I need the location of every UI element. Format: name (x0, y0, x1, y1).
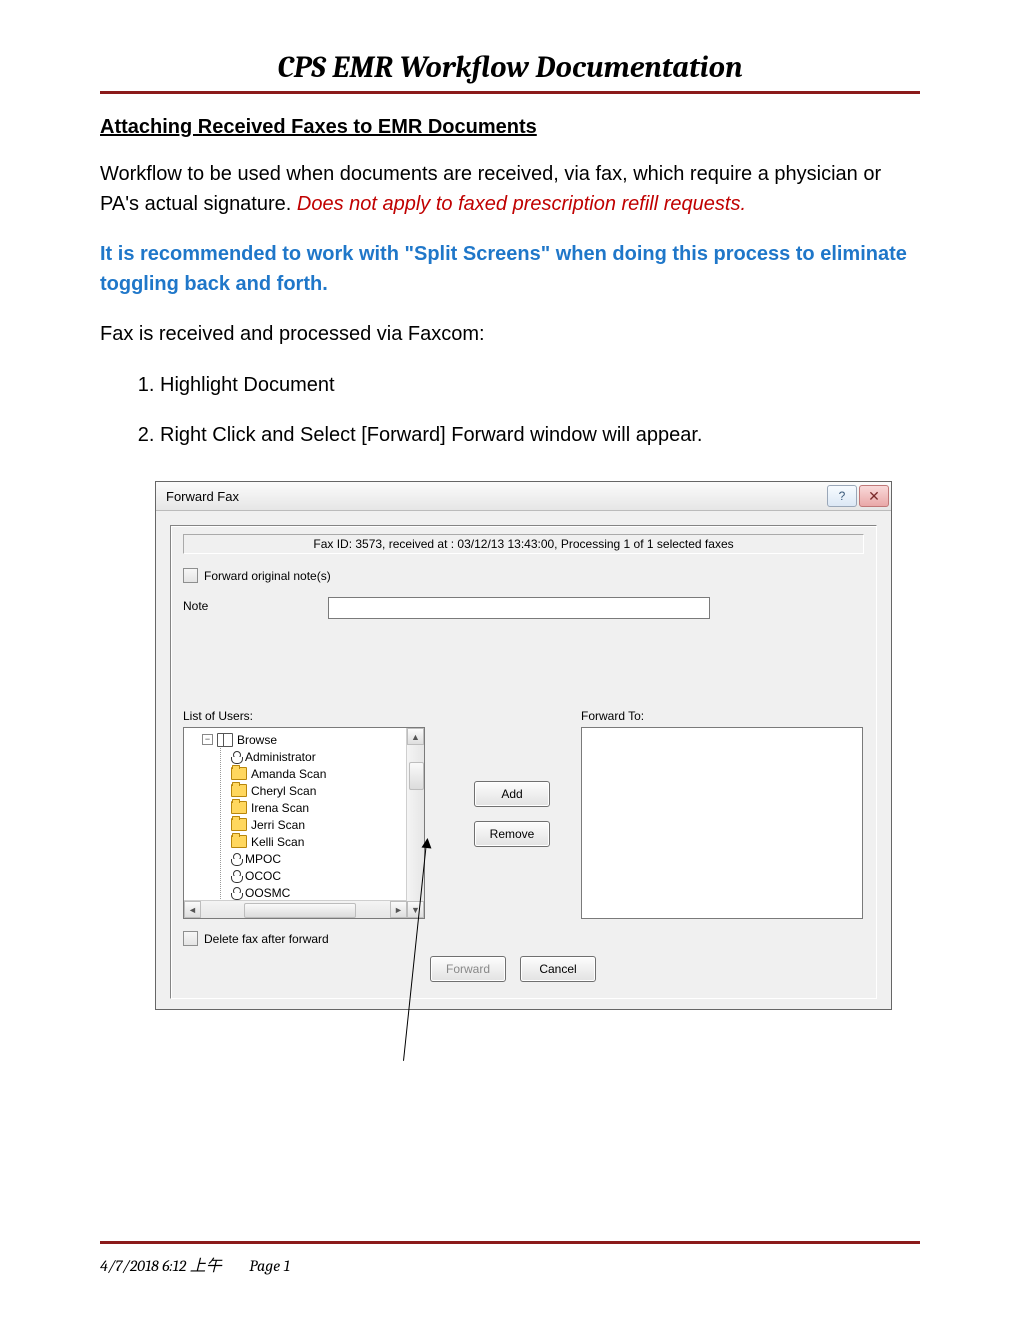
folder-icon (231, 835, 247, 848)
dialog-title: Forward Fax (166, 489, 239, 504)
tree-item-label: OCOC (245, 869, 281, 883)
footer-rule (100, 1241, 920, 1244)
scroll-right-icon[interactable]: ► (390, 901, 407, 918)
dialog-panel: Fax ID: 3573, received at : 03/12/13 13:… (170, 525, 877, 999)
note-input[interactable] (328, 597, 710, 619)
steps-list: Highlight Document Right Click and Selec… (100, 369, 920, 451)
help-button[interactable]: ? (827, 485, 857, 507)
tree-item-label: OOSMC (245, 886, 290, 900)
step-1: Highlight Document (160, 369, 920, 401)
horizontal-scrollbar[interactable]: ◄ ► (184, 900, 407, 918)
fax-id-line: Fax ID: 3573, received at : 03/12/13 13:… (183, 534, 864, 554)
scroll-left-icon[interactable]: ◄ (184, 901, 201, 918)
tree-item[interactable]: Kelli Scan (231, 833, 424, 850)
tree-item[interactable]: Cheryl Scan (231, 782, 424, 799)
delete-after-label: Delete fax after forward (204, 932, 329, 946)
forward-button[interactable]: Forward (430, 956, 506, 982)
page-title: CPS EMR Workflow Documentation (100, 50, 920, 85)
annotation-arrow (100, 1010, 920, 1070)
add-button[interactable]: Add (474, 781, 550, 807)
tree-item[interactable]: Amanda Scan (231, 765, 424, 782)
footer-page-number: Page 1 (249, 1257, 290, 1275)
folder-icon (231, 784, 247, 797)
user-icon (231, 853, 241, 865)
book-icon (217, 733, 233, 747)
intro-warning: Does not apply to faxed prescription ref… (297, 193, 746, 215)
tree-item[interactable]: OCOC (231, 867, 424, 884)
tree-item-label: Cheryl Scan (251, 784, 316, 798)
forward-to-label: Forward To: (581, 709, 861, 723)
tree-item[interactable]: MPOC (231, 850, 424, 867)
close-button[interactable]: ✕ (859, 485, 889, 507)
forward-original-checkbox[interactable] (183, 568, 198, 583)
faxcom-paragraph: Fax is received and processed via Faxcom… (100, 319, 920, 349)
list-of-users-label: List of Users: (183, 709, 443, 723)
folder-icon (231, 767, 247, 780)
delete-after-checkbox[interactable] (183, 931, 198, 946)
tree-item[interactable]: Administrator (231, 748, 424, 765)
tree-item-label: Kelli Scan (251, 835, 304, 849)
forward-to-listbox[interactable] (581, 727, 863, 919)
scroll-up-icon[interactable]: ▲ (407, 728, 424, 745)
dialog-titlebar[interactable]: Forward Fax ? ✕ (156, 482, 891, 511)
remove-button[interactable]: Remove (474, 821, 550, 847)
section-heading: Attaching Received Faxes to EMR Document… (100, 116, 920, 139)
forward-fax-dialog: Forward Fax ? ✕ Fax ID: 3573, received a… (155, 481, 892, 1010)
tree-root-label: Browse (237, 733, 277, 747)
scroll-down-icon[interactable]: ▼ (407, 901, 424, 918)
cancel-button[interactable]: Cancel (520, 956, 596, 982)
tree-item[interactable]: OOSMC (231, 884, 424, 901)
user-icon (231, 887, 241, 899)
tree-expander-icon[interactable]: − (202, 734, 213, 745)
forward-original-label: Forward original note(s) (204, 569, 331, 583)
scroll-thumb[interactable] (409, 762, 424, 790)
tree-item-label: Irena Scan (251, 801, 309, 815)
folder-icon (231, 818, 247, 831)
step-2: Right Click and Select [Forward] Forward… (160, 419, 920, 451)
tree-item-label: Amanda Scan (251, 767, 326, 781)
header-rule (100, 91, 920, 94)
tree-item-label: Administrator (245, 750, 316, 764)
page-footer: 4/7/2018 6:12 上午 Page 1 (100, 1241, 920, 1276)
tree-item-label: MPOC (245, 852, 281, 866)
note-label: Note (183, 597, 208, 613)
user-icon (231, 870, 241, 882)
tree-item[interactable]: Irena Scan (231, 799, 424, 816)
tree-item-label: Jerri Scan (251, 818, 305, 832)
users-treeview[interactable]: − Browse Administrator Amanda Scan Chery… (183, 727, 425, 919)
tree-item[interactable]: Jerri Scan (231, 816, 424, 833)
footer-timestamp: 4/7/2018 6:12 上午 (100, 1257, 222, 1275)
intro-paragraph: Workflow to be used when documents are r… (100, 159, 920, 219)
folder-icon (231, 801, 247, 814)
recommendation-paragraph: It is recommended to work with "Split Sc… (100, 239, 920, 299)
user-icon (231, 751, 241, 763)
scroll-thumb-h[interactable] (244, 903, 356, 918)
